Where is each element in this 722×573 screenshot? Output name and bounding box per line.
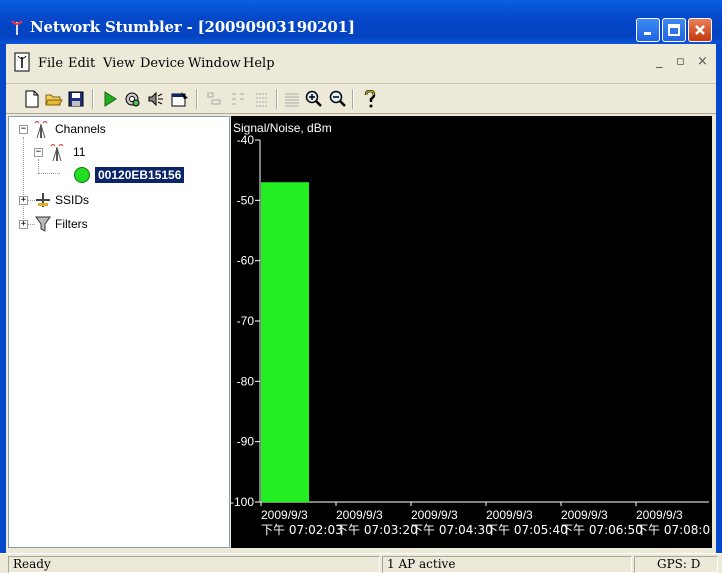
tree-item-channel-11[interactable]: 11 bbox=[73, 145, 85, 159]
tree-item-ap[interactable]: 00120EB15156 bbox=[95, 167, 185, 183]
channel-11-expander[interactable]: − bbox=[34, 148, 43, 157]
filter-icon bbox=[35, 216, 51, 232]
y-tick-label: -50 bbox=[237, 193, 255, 207]
signal-graph: Signal/Noise, dBm -40 -50 -60 -70 -80 -90 -100 2… bbox=[231, 116, 712, 548]
properties-button[interactable] bbox=[170, 89, 190, 109]
zoom-out-button[interactable] bbox=[328, 89, 348, 109]
x-tick-time: 下午 07:05:40 bbox=[486, 523, 568, 537]
x-tick-time: 下午 07:04:30 bbox=[411, 523, 493, 537]
toolbar bbox=[0, 84, 722, 114]
list-button-1 bbox=[204, 89, 224, 109]
x-tick-time: 下午 07:06:50 bbox=[561, 523, 643, 537]
help-icon bbox=[364, 90, 376, 108]
tree-line bbox=[38, 173, 60, 174]
tree-line bbox=[27, 224, 35, 225]
menu-view[interactable]: View bbox=[103, 56, 135, 71]
ssids-expander[interactable]: + bbox=[19, 196, 28, 205]
mdi-close-button[interactable]: × bbox=[697, 54, 708, 69]
start-scan-button[interactable] bbox=[100, 89, 120, 109]
list-icon-2 bbox=[232, 93, 244, 105]
tree-item-channels[interactable]: Channels bbox=[55, 122, 106, 136]
toolbar-separator bbox=[276, 89, 278, 109]
menu-window[interactable]: Window bbox=[188, 56, 241, 71]
window-border-right bbox=[716, 44, 722, 553]
status-ap-count: 1 AP active bbox=[382, 556, 632, 573]
document-icon[interactable] bbox=[14, 52, 30, 72]
menu-file[interactable]: File bbox=[38, 56, 63, 71]
y-tick-label: -80 bbox=[237, 374, 255, 388]
x-tick-date: 2009/9/3 bbox=[561, 508, 608, 522]
y-tick-label: -100 bbox=[231, 495, 254, 509]
x-tick-date: 2009/9/3 bbox=[636, 508, 683, 522]
help-button[interactable] bbox=[360, 89, 380, 109]
x-tick-date: 2009/9/3 bbox=[411, 508, 458, 522]
ssid-icon bbox=[36, 193, 50, 207]
menu-bar: File Edit View Device Window Help _ ▫ × bbox=[0, 44, 722, 84]
x-tick-date: 2009/9/3 bbox=[261, 508, 308, 522]
list-icon-1 bbox=[207, 92, 221, 105]
x-tick-time: 下午 07:08:0 bbox=[636, 523, 710, 537]
toolbar-separator bbox=[92, 89, 94, 109]
tree-item-filters[interactable]: Filters bbox=[55, 217, 88, 231]
minimize-button[interactable] bbox=[636, 18, 660, 42]
minimize-icon bbox=[644, 32, 651, 35]
menu-help[interactable]: Help bbox=[243, 56, 275, 71]
menu-edit[interactable]: Edit bbox=[68, 56, 95, 71]
status-text: Ready bbox=[8, 556, 380, 573]
list-button-3 bbox=[252, 89, 272, 109]
save-icon bbox=[68, 91, 84, 107]
auto-config-button[interactable] bbox=[122, 89, 142, 109]
toolbar-separator bbox=[196, 89, 198, 109]
zoom-in-button[interactable] bbox=[304, 89, 324, 109]
y-tick-label: -70 bbox=[237, 314, 255, 328]
toolbar-separator bbox=[352, 89, 354, 109]
mdi-restore-button[interactable]: ▫ bbox=[676, 54, 685, 69]
window-title: Network Stumbler - [20090903190201] bbox=[30, 18, 355, 36]
ap-status-icon bbox=[74, 167, 90, 183]
title-bar: Network Stumbler - [20090903190201] bbox=[0, 0, 722, 44]
y-tick-label: -40 bbox=[237, 133, 255, 147]
x-tick-time: 下午 07:02:03 bbox=[261, 523, 343, 537]
list-icon-3 bbox=[256, 93, 268, 107]
speaker-icon bbox=[148, 91, 163, 107]
filters-expander[interactable]: + bbox=[19, 220, 28, 229]
open-button[interactable] bbox=[44, 89, 64, 109]
close-icon bbox=[695, 25, 705, 35]
status-gps: GPS: D bbox=[634, 556, 718, 573]
menu-device[interactable]: Device bbox=[140, 56, 185, 71]
x-tick-time: 下午 07:03:20 bbox=[336, 523, 418, 537]
channels-expander[interactable]: − bbox=[19, 125, 28, 134]
maximize-button[interactable] bbox=[662, 18, 686, 42]
antenna-icon bbox=[50, 144, 64, 162]
tree-line bbox=[23, 137, 24, 227]
sound-button[interactable] bbox=[146, 89, 166, 109]
signal-bar bbox=[261, 182, 309, 502]
antenna-icon bbox=[34, 121, 48, 139]
close-button[interactable] bbox=[688, 18, 712, 42]
maximize-icon bbox=[668, 24, 680, 36]
status-bar: Ready 1 AP active GPS: D bbox=[0, 553, 722, 573]
signal-graph-canvas: Signal/Noise, dBm-40-50-60-70-80-90-1002… bbox=[231, 121, 710, 537]
zoom-out-icon bbox=[329, 90, 346, 107]
x-tick-date: 2009/9/3 bbox=[336, 508, 383, 522]
properties-icon bbox=[171, 92, 188, 107]
y-tick-label: -60 bbox=[237, 254, 255, 268]
new-icon bbox=[25, 90, 39, 108]
auto-config-icon bbox=[125, 92, 140, 107]
antenna-icon bbox=[11, 20, 23, 35]
zoom-in-icon bbox=[305, 90, 322, 107]
new-button[interactable] bbox=[22, 89, 42, 109]
tree-pane: − Channels − 11 00120EB15156 + SSIDs + F… bbox=[8, 116, 230, 548]
play-icon bbox=[104, 91, 117, 107]
mdi-minimize-button[interactable]: _ bbox=[656, 54, 663, 69]
y-tick-label: -90 bbox=[237, 435, 255, 449]
grid-button bbox=[282, 89, 302, 109]
save-button[interactable] bbox=[66, 89, 86, 109]
open-icon bbox=[45, 94, 63, 106]
tree-item-ssids[interactable]: SSIDs bbox=[55, 193, 89, 207]
list-button-2 bbox=[228, 89, 248, 109]
tree-line bbox=[38, 159, 39, 173]
grid-icon bbox=[285, 93, 299, 107]
x-tick-date: 2009/9/3 bbox=[486, 508, 533, 522]
